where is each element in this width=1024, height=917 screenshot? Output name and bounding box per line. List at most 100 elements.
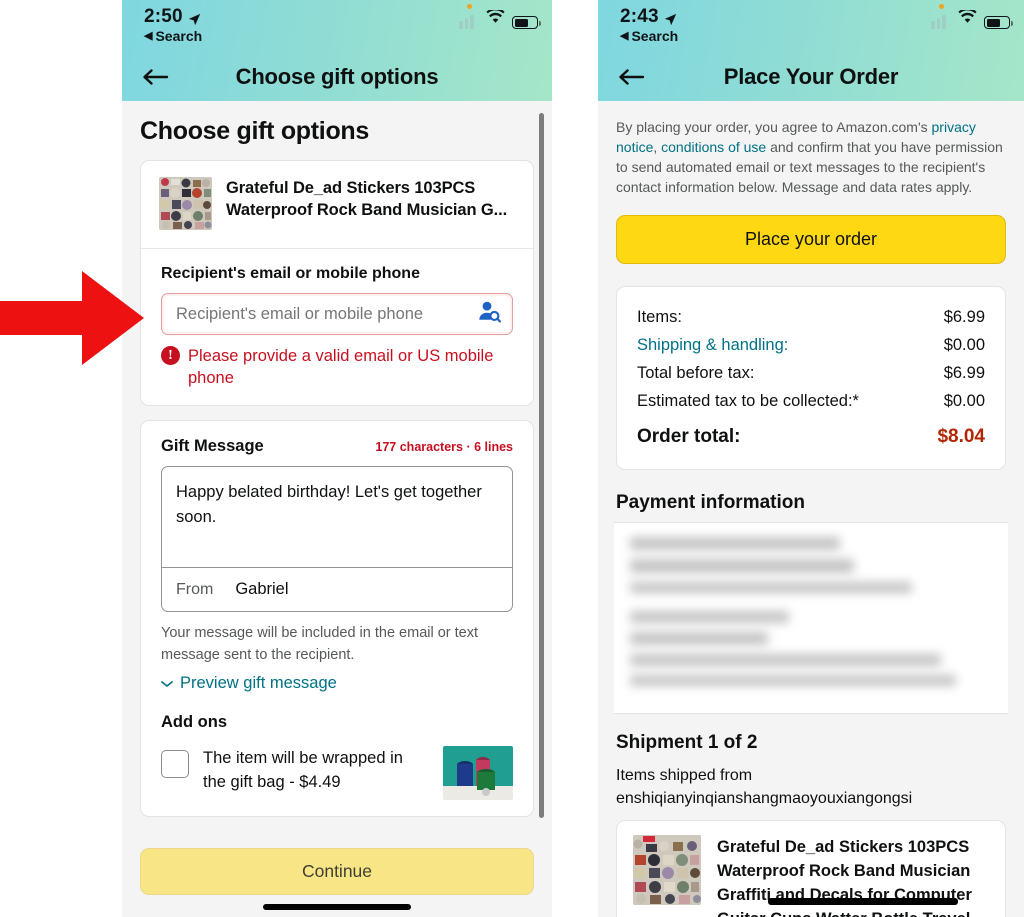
location-arrow-icon: [664, 10, 677, 26]
summary-row-value: $0.00: [943, 336, 985, 354]
preview-gift-message-label: Preview gift message: [180, 674, 337, 692]
error-exclamation-icon: !: [161, 346, 180, 365]
shipment-from-line2: enshiqianyinqianshangmaoyouxiangongsi: [616, 790, 913, 807]
conditions-of-use-link[interactable]: conditions of use: [661, 139, 766, 155]
gift-options-card: Grateful De_ad Stickers 103PCS Waterproo…: [140, 160, 534, 406]
addons-section: Add ons The item will be wrapped in the …: [141, 709, 533, 816]
triangle-left-icon: ◀: [620, 30, 629, 42]
shipment-from: Items shipped from enshiqianyinqianshang…: [598, 762, 1024, 820]
battery-icon: [512, 16, 542, 29]
gift-message-from-value: Gabriel: [235, 580, 289, 598]
chevron-down-icon: [161, 674, 173, 693]
location-arrow-icon: [188, 10, 201, 26]
legal-part-1: By placing your order, you agree to Amaz…: [616, 119, 932, 135]
redacted-payment-line: [630, 654, 942, 666]
order-total-row: Order total: $8.04: [637, 423, 985, 451]
home-indicator-left: [263, 904, 411, 910]
nav-title-row-left: Choose gift options: [122, 52, 552, 101]
phone-screenshot-left: 2:50 ◀ Search Choose gift options Choose…: [122, 0, 552, 917]
status-bar-back-to-app-right[interactable]: ◀ Search: [620, 28, 1006, 45]
giftbag-checkbox[interactable]: [161, 750, 189, 778]
place-your-order-button[interactable]: Place your order: [616, 215, 1006, 264]
shipment-item-thumbnail: [633, 835, 701, 905]
back-button-right[interactable]: [614, 62, 648, 92]
orange-status-dot-icon: [467, 4, 472, 9]
redacted-payment-line: [630, 537, 840, 550]
addon-row[interactable]: The item will be wrapped in the gift bag…: [161, 746, 513, 800]
cellular-signal-icon: [931, 4, 951, 29]
wifi-icon: [958, 8, 977, 29]
gift-message-header: Gift Message 177 characters · 6 lines: [161, 437, 513, 456]
phone-screenshot-right: 2:43 ◀ Search Place Your Order By placin…: [598, 0, 1024, 917]
scroll-body-right: By placing your order, you agree to Amaz…: [598, 101, 1024, 917]
status-bar-left: 2:50 ◀ Search: [122, 0, 552, 52]
nav-title-right: Place Your Order: [723, 63, 899, 89]
cellular-signal-icon: [459, 4, 479, 29]
gift-bag-thumbnail: [443, 746, 513, 800]
summary-row: Estimated tax to be collected:* $0.00: [637, 387, 985, 415]
nav-title-left: Choose gift options: [235, 63, 439, 89]
payment-information-card[interactable]: [614, 522, 1008, 714]
addons-title: Add ons: [161, 713, 227, 731]
gift-message-from-row[interactable]: From Gabriel: [162, 567, 512, 611]
nav-header-left: 2:50 ◀ Search Choose gift options: [122, 0, 552, 101]
gift-message-note: Your message will be included in the ema…: [161, 625, 479, 663]
gift-message-textarea[interactable]: Happy belated birthday! Let's get togeth…: [162, 467, 512, 567]
recipient-section: Recipient's email or mobile phone Recipi…: [141, 249, 533, 405]
red-arrow-annotation: [0, 271, 144, 365]
order-total-label: Order total:: [637, 426, 741, 447]
status-back-label: Search: [155, 28, 203, 44]
gift-message-title: Gift Message: [161, 437, 264, 455]
product-thumbnail: [159, 177, 212, 230]
black-underline-annotation: [768, 898, 958, 905]
screenshot-stage: 2:50 ◀ Search Choose gift options Choose…: [0, 0, 1024, 917]
gift-message-section: Gift Message 177 characters · 6 lines Ha…: [141, 421, 533, 709]
legal-part-2: ,: [653, 139, 662, 155]
product-summary-row[interactable]: Grateful De_ad Stickers 103PCS Waterproo…: [141, 161, 533, 248]
gift-message-from-label: From: [176, 580, 214, 598]
summary-row[interactable]: Shipping & handling: $0.00: [637, 331, 985, 359]
shipment-heading: Shipment 1 of 2: [616, 732, 758, 753]
recipient-email-input-wrap[interactable]: [161, 293, 513, 335]
scroll-body-left: Choose gift options Grateful De_ad Stick…: [122, 101, 552, 917]
summary-row: Items: $6.99: [637, 303, 985, 331]
contact-search-icon[interactable]: [476, 301, 502, 328]
orange-status-dot-icon: [939, 4, 944, 9]
order-summary-card: Items: $6.99 Shipping & handling: $0.00 …: [616, 286, 1006, 470]
summary-row-value: $6.99: [943, 364, 985, 382]
summary-row-label: Shipping & handling:: [637, 336, 789, 354]
gift-message-box: Happy belated birthday! Let's get togeth…: [161, 466, 513, 612]
recipient-error-text: Please provide a valid email or US mobil…: [188, 347, 494, 387]
status-time-right: 2:43: [620, 6, 659, 27]
legal-disclaimer: By placing your order, you agree to Amaz…: [598, 101, 1024, 197]
page-title-left: Choose gift options: [140, 117, 369, 145]
back-button-left[interactable]: [138, 62, 172, 92]
recipient-field-label: Recipient's email or mobile phone: [161, 265, 420, 282]
addon-label: The item will be wrapped in the gift bag…: [203, 749, 403, 791]
recipient-error: ! Please provide a valid email or US mob…: [161, 345, 513, 389]
status-bar-back-to-app[interactable]: ◀ Search: [144, 28, 534, 45]
redacted-payment-line: [630, 632, 768, 645]
summary-row-value: $0.00: [943, 392, 985, 410]
gift-message-card: Gift Message 177 characters · 6 lines Ha…: [140, 420, 534, 817]
redacted-payment-line: [630, 582, 913, 593]
scrollbar-left[interactable]: [539, 113, 544, 818]
summary-row: Total before tax: $6.99: [637, 359, 985, 387]
recipient-email-input[interactable]: [162, 304, 512, 324]
payment-information-heading: Payment information: [616, 492, 805, 513]
preview-gift-message-link[interactable]: Preview gift message: [161, 674, 513, 693]
order-total-value: $8.04: [937, 426, 985, 447]
battery-icon: [984, 16, 1014, 29]
redacted-payment-line: [630, 559, 855, 573]
summary-row-label: Items:: [637, 308, 682, 326]
product-title: Grateful De_ad Stickers 103PCS Waterproo…: [226, 179, 508, 219]
triangle-left-icon: ◀: [144, 30, 153, 42]
shipment-from-line1: Items shipped from: [616, 767, 753, 784]
status-time: 2:50: [144, 6, 183, 27]
summary-row-value: $6.99: [943, 308, 985, 326]
continue-bar: Continue: [122, 848, 552, 917]
continue-button[interactable]: Continue: [140, 848, 534, 895]
status-bar-indicators-left: [459, 4, 542, 29]
wifi-icon: [486, 8, 505, 29]
status-bar-right: 2:43 ◀ Search: [598, 0, 1024, 52]
